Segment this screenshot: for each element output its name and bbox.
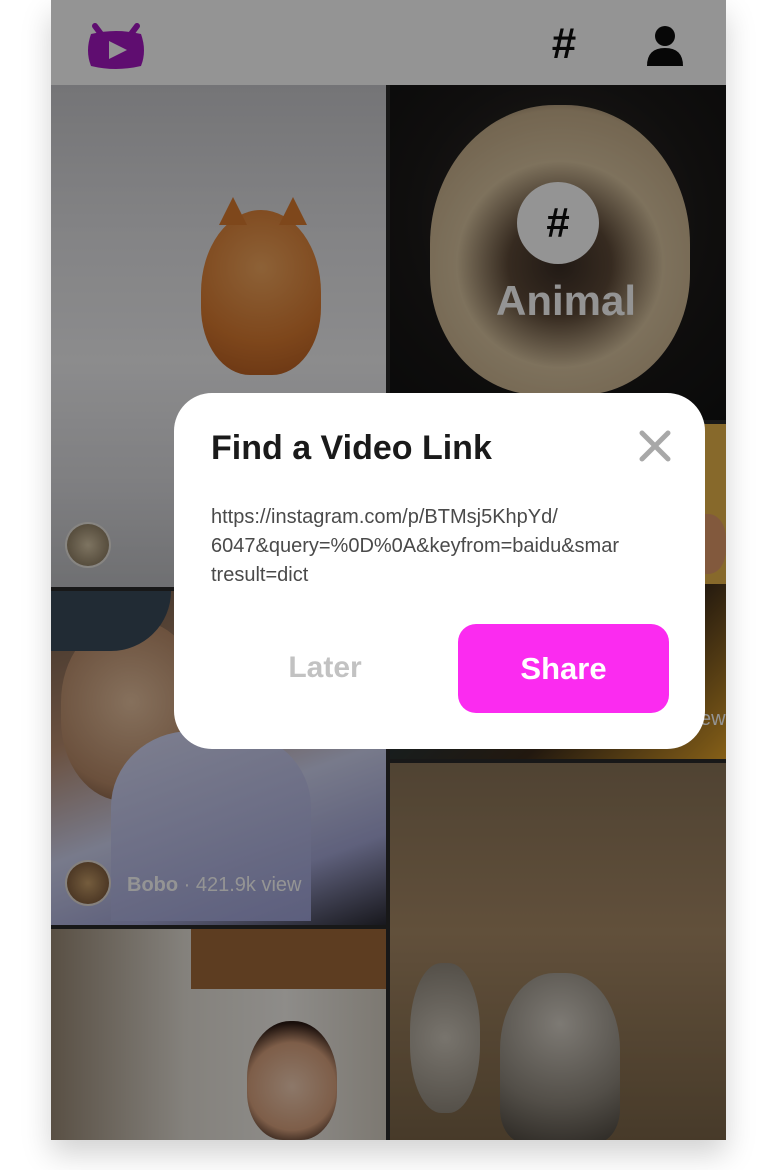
link-line: tresult=dict [211,564,309,586]
find-video-link-dialog: Find a Video Link https://instagram.com/… [174,393,705,749]
later-button[interactable]: Later [210,625,440,711]
link-line: https://instagram.com/p/BTMsj5KhpYd/ [211,506,558,528]
share-button[interactable]: Share [458,624,669,713]
dialog-title: Find a Video Link [211,429,492,467]
header-dim [51,0,726,85]
close-icon[interactable] [638,429,672,463]
app-screen: # Animal ew Bobo · 421.9k view # Find a … [51,0,726,1140]
video-link-text[interactable]: https://instagram.com/p/BTMsj5KhpYd/ 604… [211,503,661,590]
app-header: # [51,0,726,85]
link-line: 6047&query=%0D%0A&keyfrom=baidu&smar [211,535,619,557]
